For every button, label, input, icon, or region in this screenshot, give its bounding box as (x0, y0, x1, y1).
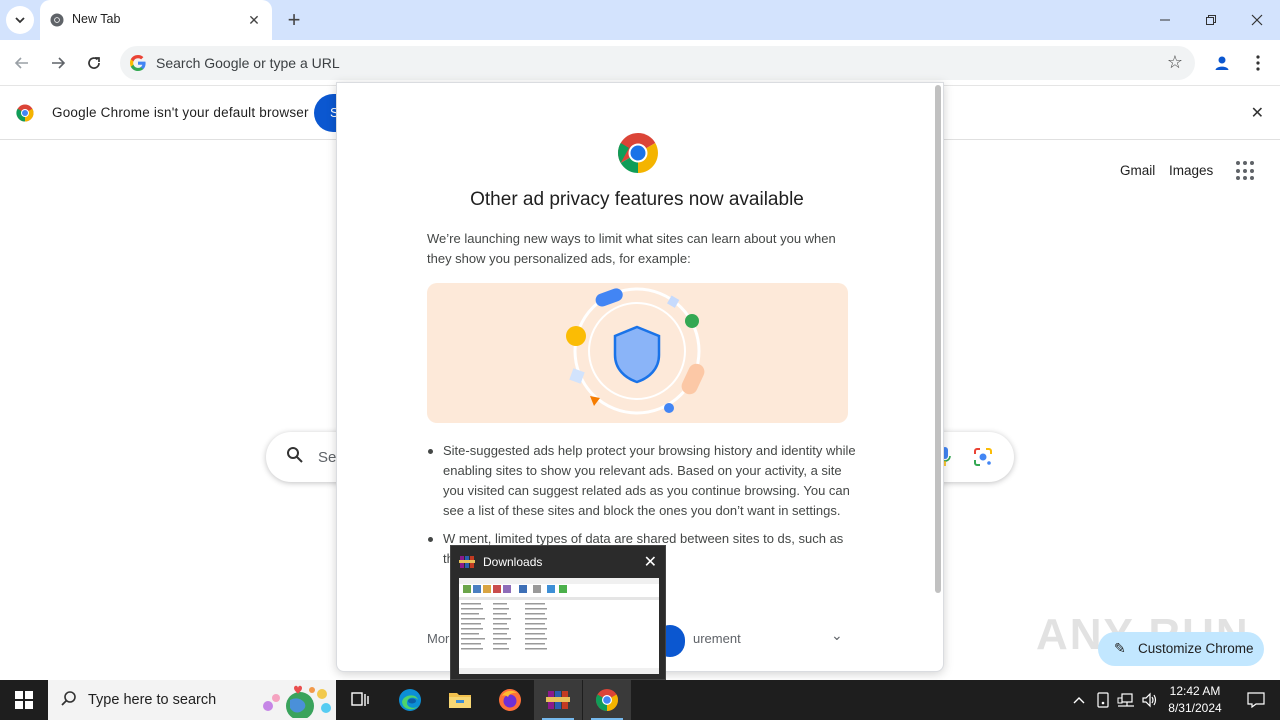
chevron-down-icon[interactable]: ⌄ (831, 627, 843, 644)
preview-thumbnail (459, 578, 659, 674)
show-hidden-icons-button[interactable] (1068, 680, 1090, 720)
search-highlight-globe-icon (263, 685, 331, 718)
tab-close-icon[interactable]: ✕ (244, 10, 264, 30)
start-button[interactable] (0, 680, 48, 720)
bookmark-star-icon[interactable]: ☆ (1167, 52, 1183, 73)
images-link[interactable]: Images (1169, 163, 1213, 178)
device-icon (1097, 692, 1109, 708)
taskbar-chrome[interactable] (583, 680, 631, 720)
chrome-menu-button[interactable] (1246, 49, 1270, 77)
restore-icon (1206, 15, 1216, 25)
taskbar-search-placeholder: Type here to search (88, 692, 217, 708)
minimize-icon (1160, 19, 1170, 21)
customize-chrome-button[interactable]: ✎ Customize Chrome (1098, 632, 1264, 666)
arrow-left-icon (14, 57, 28, 69)
dialog-title: Other ad privacy features now available (470, 189, 804, 210)
taskbar-winrar[interactable] (534, 680, 582, 720)
gmail-link[interactable]: Gmail (1120, 163, 1155, 178)
clock-date: 8/31/2024 (1168, 701, 1222, 715)
measurement-expander-label[interactable]: urement (693, 631, 741, 646)
back-button[interactable] (8, 49, 36, 77)
reload-icon (88, 57, 100, 69)
shield-illustration-icon (566, 287, 705, 415)
tab-title: New Tab (72, 12, 121, 26)
pencil-icon: ✎ (1114, 640, 1126, 656)
toolbar: ☆ (0, 40, 1280, 86)
tab-search-button[interactable] (6, 6, 34, 34)
taskbar-search-box[interactable]: Type here to search (48, 680, 336, 720)
person-icon (1215, 56, 1229, 70)
taskbar-file-explorer[interactable] (436, 680, 484, 720)
close-icon (1251, 14, 1263, 26)
restore-button[interactable] (1188, 0, 1234, 40)
chevron-up-icon (1073, 697, 1085, 704)
tray-network-icon[interactable] (1115, 680, 1137, 720)
search-icon (61, 691, 76, 706)
task-view-button[interactable] (336, 680, 384, 720)
clock-time: 12:42 AM (1169, 684, 1221, 698)
taskbar-firefox[interactable] (486, 680, 534, 720)
edge-icon (399, 689, 421, 711)
taskbar-window-preview[interactable]: Downloads ✕ (450, 545, 666, 680)
search-icon (287, 447, 303, 463)
task-view-icon (351, 692, 369, 706)
new-tab-button[interactable]: + (282, 7, 306, 32)
winrar-icon (546, 691, 570, 709)
infobar-message: Google Chrome isn't your default browser (52, 105, 309, 120)
winrar-icon (459, 556, 475, 568)
chrome-logo-icon (618, 133, 658, 173)
close-window-button[interactable] (1234, 0, 1280, 40)
tray-volume-icon[interactable] (1139, 680, 1161, 720)
privacy-illustration (427, 283, 848, 423)
notification-icon (1247, 692, 1265, 708)
network-icon (1117, 693, 1134, 707)
tab-new-tab[interactable]: New Tab ✕ (40, 0, 272, 40)
forward-button[interactable] (44, 49, 72, 77)
arrow-right-icon (52, 57, 66, 69)
infobar-close-icon[interactable]: ✕ (1251, 103, 1264, 123)
dialog-scrollbar[interactable] (935, 85, 941, 593)
chevron-down-icon (15, 17, 25, 24)
reload-button[interactable] (80, 49, 108, 77)
kebab-menu-icon (1256, 55, 1260, 71)
dialog-intro: We’re launching new ways to limit what s… (427, 231, 836, 266)
firefox-icon (499, 689, 521, 711)
preview-title: Downloads (483, 555, 543, 569)
chrome-icon (596, 689, 618, 711)
list-item: Site-suggested ads help protect your bro… (427, 441, 857, 521)
chrome-logo-icon (16, 104, 34, 122)
address-input[interactable] (156, 46, 1116, 80)
title-bar: New Tab ✕ + (0, 0, 1280, 40)
preview-close-icon[interactable]: ✕ (644, 552, 657, 572)
customize-label: Customize Chrome (1138, 641, 1254, 656)
google-g-icon (130, 55, 146, 71)
ntp-search-placeholder: Se (318, 449, 337, 466)
taskbar-edge[interactable] (386, 680, 434, 720)
google-apps-icon[interactable] (1236, 161, 1256, 181)
windows-taskbar: Type here to search 12:42 AM 8/31/2024 (0, 680, 1280, 720)
profile-button[interactable] (1208, 49, 1236, 77)
folder-icon (449, 693, 471, 708)
tray-device-icon[interactable] (1092, 680, 1114, 720)
minimize-button[interactable] (1142, 0, 1188, 40)
action-center-button[interactable] (1232, 680, 1280, 720)
omnibox[interactable]: ☆ (120, 46, 1195, 80)
chrome-favicon-icon (50, 13, 64, 27)
volume-icon (1142, 692, 1157, 708)
google-lens-icon[interactable] (972, 446, 994, 468)
windows-logo-icon (15, 691, 33, 709)
taskbar-clock[interactable]: 12:42 AM 8/31/2024 (1162, 683, 1228, 717)
